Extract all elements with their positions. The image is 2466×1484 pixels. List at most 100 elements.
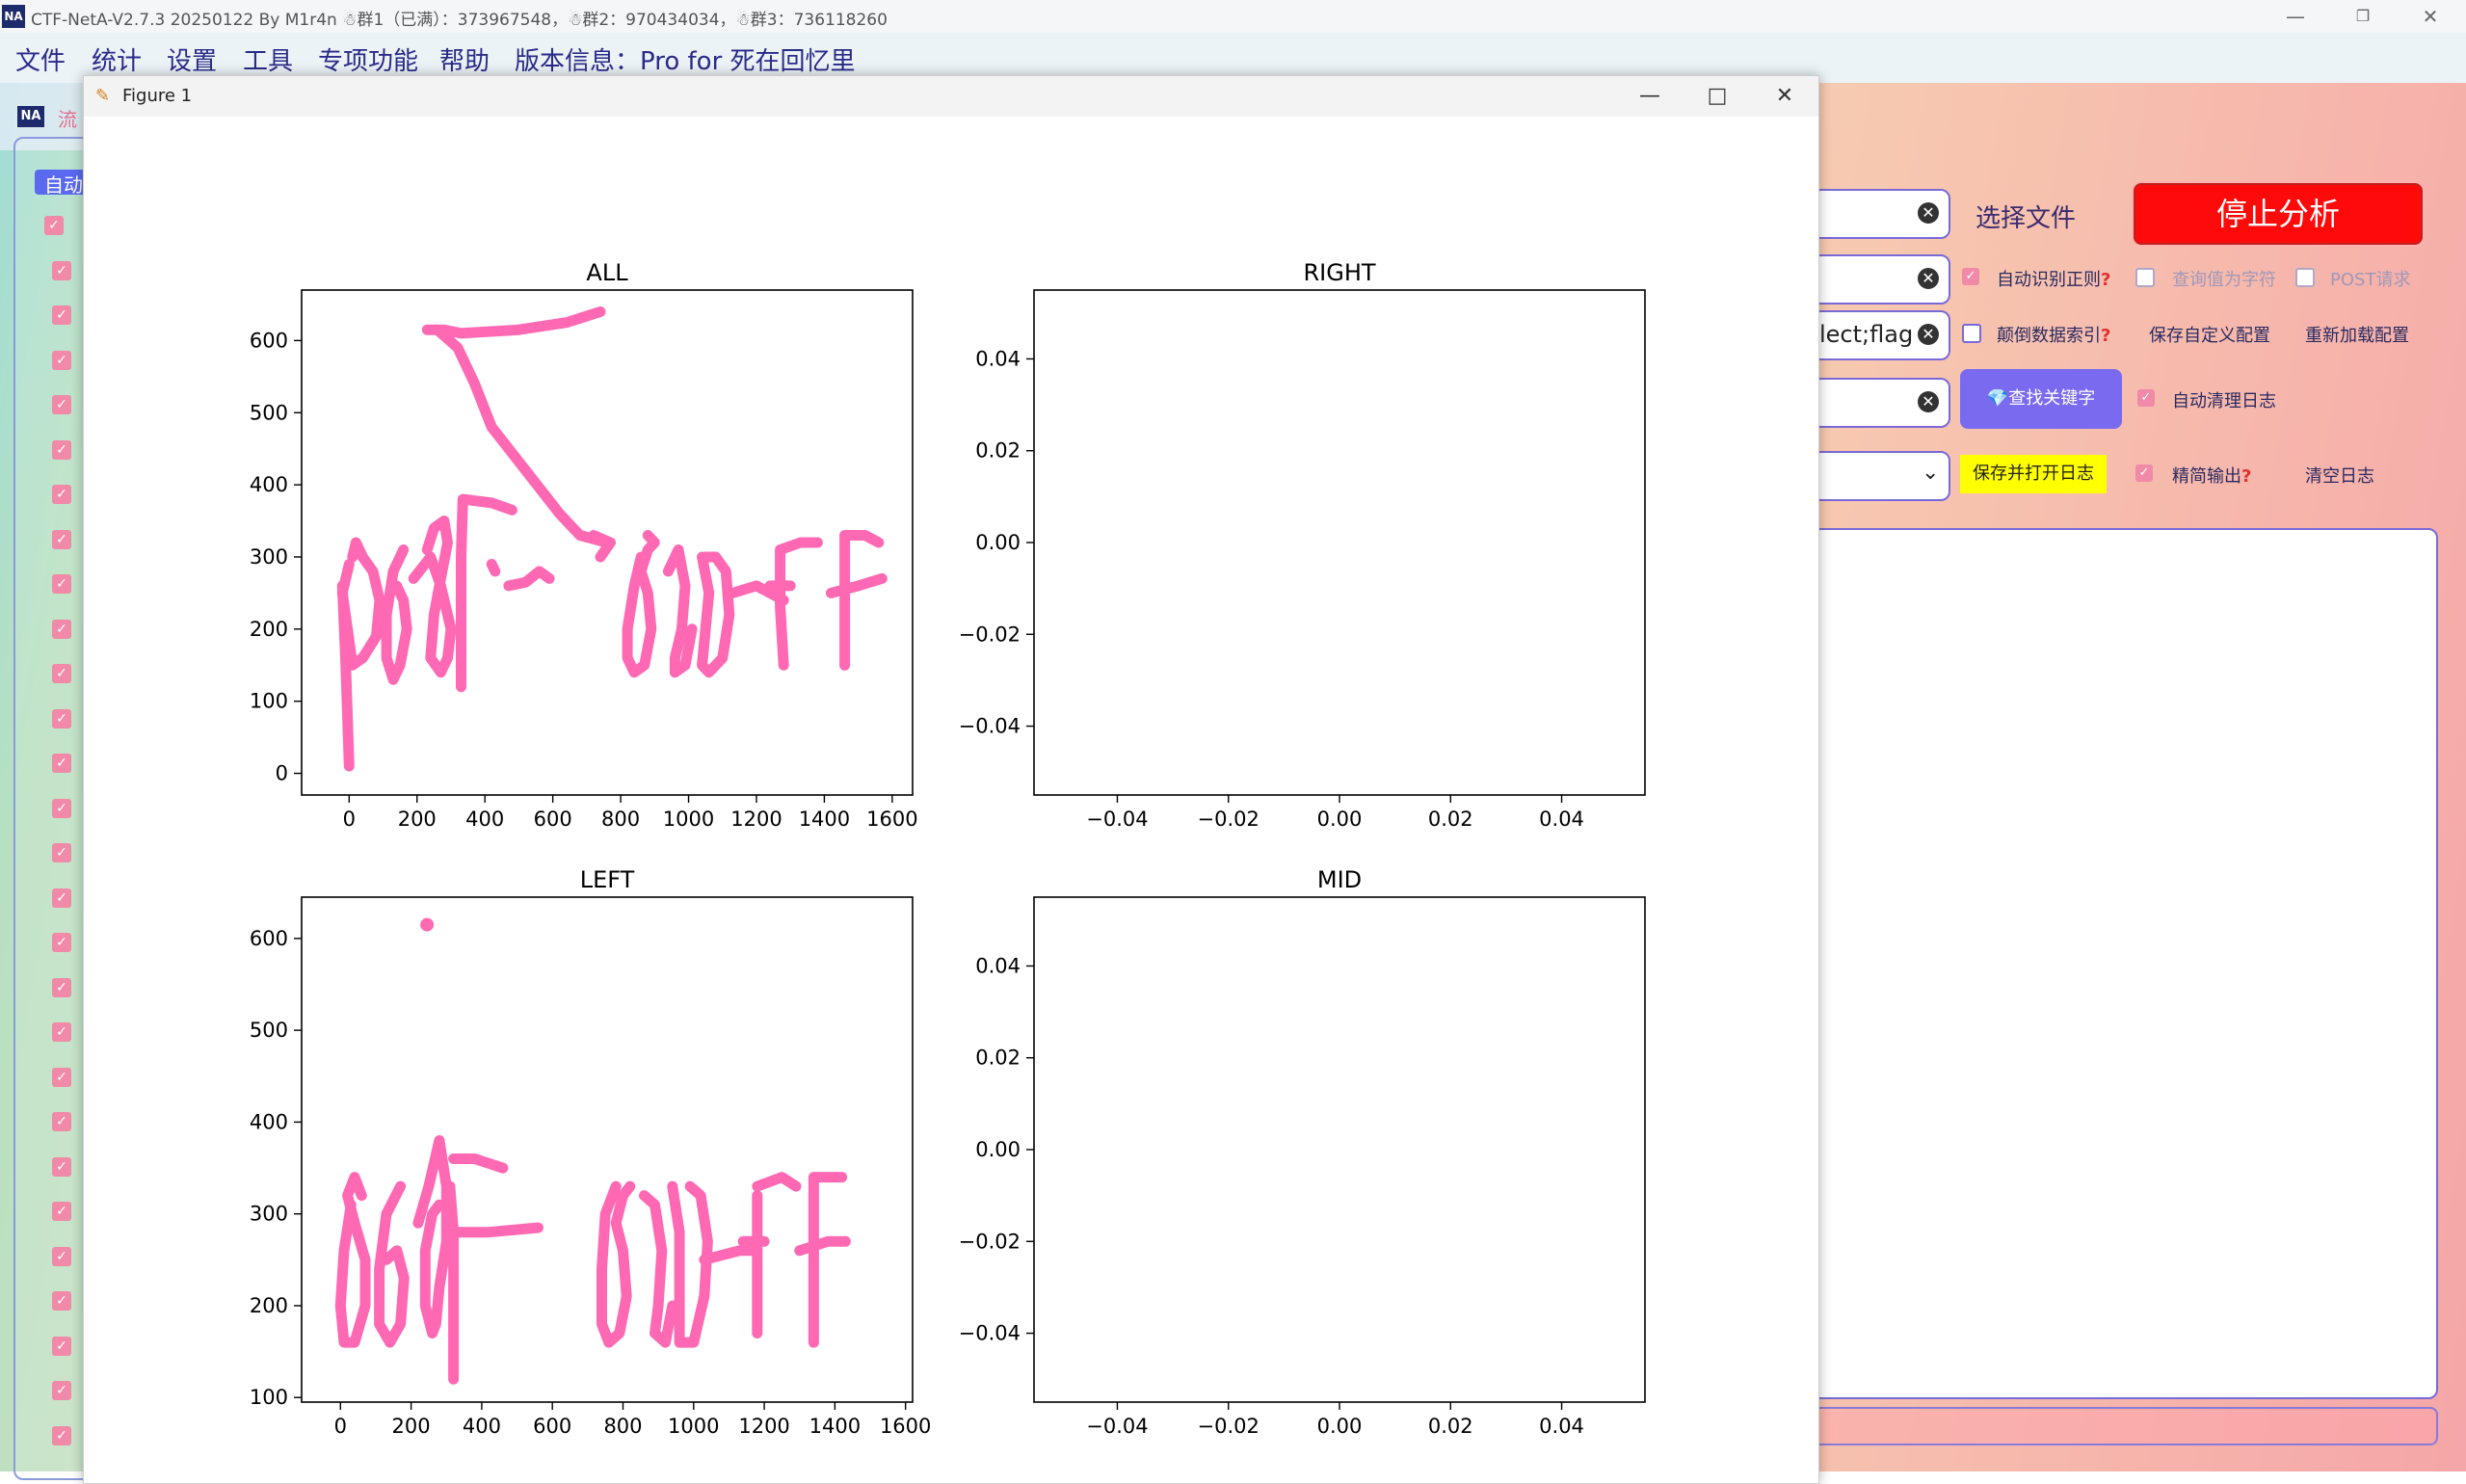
data-stroke-all — [456, 493, 517, 693]
left-option-checkbox[interactable]: ✓ — [52, 754, 71, 773]
left-option-checkbox[interactable]: ✓ — [52, 305, 71, 325]
left-option-checkbox[interactable]: ✓ — [52, 1337, 71, 1356]
auto-clear-log-label: 自动清理日志 — [2172, 391, 2276, 411]
left-option-checkbox[interactable]: ✓ — [52, 843, 71, 862]
menu-settings[interactable]: 设置 — [167, 41, 217, 77]
data-stroke-all — [503, 566, 555, 592]
left-option-checkbox[interactable]: ✓ — [52, 1157, 71, 1177]
auto-regex-checkbox[interactable]: ✓ — [1962, 268, 1979, 285]
y-tick-label-left: 200 — [250, 1294, 288, 1317]
query-char-label: 查询值为字符 — [2172, 270, 2276, 290]
restore-icon[interactable]: ❐ — [2336, 0, 2390, 33]
left-option-checkbox[interactable]: ✓ — [52, 1112, 71, 1131]
axes-frame-mid — [1033, 896, 1646, 1403]
left-option-checkbox[interactable]: ✓ — [52, 440, 71, 460]
app-logo-icon: NA — [2, 5, 25, 28]
save-config-button[interactable]: 保存自定义配置 — [2149, 322, 2270, 347]
mode-select[interactable]: ⌄ — [1812, 451, 1950, 501]
left-option-checkbox[interactable]: ✓ — [52, 620, 71, 639]
x-tick-label-left: 400 — [463, 1415, 501, 1438]
left-option-checkbox[interactable]: ✓ — [44, 216, 64, 235]
left-option-checkbox[interactable]: ✓ — [52, 664, 71, 683]
find-keyword-button[interactable]: 💎查找关键字 — [1960, 369, 2122, 429]
data-stroke-left — [451, 1222, 544, 1238]
clear-icon[interactable]: ✕ — [1918, 268, 1939, 289]
x-tick-label-left: 600 — [533, 1415, 571, 1438]
main-window-title: CTF-NetA-V2.7.3 20250122 By M1r4n ☃群1（已满… — [31, 11, 888, 30]
menu-stats[interactable]: 统计 — [92, 41, 142, 77]
gem-icon: 💎 — [1986, 388, 2009, 409]
post-request-checkbox[interactable] — [2295, 268, 2315, 287]
y-tick-label-all: 400 — [250, 473, 288, 496]
left-option-checkbox[interactable]: ✓ — [52, 395, 71, 414]
log-output-area[interactable] — [1812, 528, 2438, 1399]
data-stroke-left — [334, 1172, 371, 1348]
y-tick-label-right: 0.04 — [975, 347, 1021, 370]
y-tick-label-all: 600 — [250, 329, 288, 352]
query-char-checkbox[interactable] — [2135, 268, 2155, 287]
auto-clear-log-checkbox[interactable]: ✓ — [2137, 389, 2155, 407]
data-stroke-left — [752, 1172, 802, 1192]
left-option-checkbox[interactable]: ✓ — [52, 1426, 71, 1445]
plot-canvas: ALL0 200 400 600 800 1000 1200 1400 160001002003… — [250, 259, 1646, 1438]
regex-field[interactable]: ✕ — [1812, 254, 1950, 305]
menu-special[interactable]: 专项功能 — [318, 41, 418, 77]
left-option-checkbox[interactable]: ✓ — [52, 709, 71, 729]
clear-log-button[interactable]: 清空日志 — [2305, 463, 2374, 488]
y-tick-label-all: 200 — [250, 618, 288, 641]
file-path-field[interactable]: ✕ — [1812, 189, 1950, 239]
x-tick-label-all: 1000 — [663, 808, 714, 831]
status-bar — [1812, 1407, 2438, 1445]
left-option-checkbox[interactable]: ✓ — [52, 888, 71, 908]
stop-analysis-button[interactable]: 停止分析 — [2134, 183, 2423, 245]
y-tick-label-left: 600 — [250, 927, 288, 950]
left-option-checkbox[interactable]: ✓ — [52, 261, 71, 280]
menu-file[interactable]: 文件 — [15, 41, 66, 77]
plot-title-right: RIGHT — [1303, 259, 1375, 286]
concise-output-checkbox[interactable]: ✓ — [2135, 464, 2153, 482]
left-option-checkbox[interactable]: ✓ — [52, 1068, 71, 1087]
left-option-checkbox[interactable]: ✓ — [52, 351, 71, 370]
clear-icon[interactable]: ✕ — [1918, 391, 1939, 412]
reverse-index-checkbox[interactable] — [1962, 324, 1981, 343]
left-option-checkbox[interactable]: ✓ — [52, 799, 71, 818]
data-stroke-left — [374, 1180, 410, 1348]
save-open-log-button[interactable]: 保存并打开日志 — [1960, 455, 2107, 493]
close-icon[interactable]: ✕ — [2403, 0, 2457, 33]
left-option-checkbox[interactable]: ✓ — [52, 485, 71, 504]
menu-help[interactable]: 帮助 — [439, 41, 490, 77]
y-tick-label-all: 500 — [250, 401, 288, 424]
y-tick-label-right: 0.00 — [975, 531, 1021, 554]
menu-tools[interactable]: 工具 — [243, 41, 293, 77]
x-tick-label-left: 1400 — [809, 1415, 861, 1438]
data-stroke-all — [421, 306, 606, 339]
y-tick-label-left: 500 — [250, 1019, 288, 1042]
clear-icon[interactable]: ✕ — [1918, 324, 1939, 345]
left-option-checkbox[interactable]: ✓ — [52, 574, 71, 594]
x-tick-label-mid: 0.00 — [1317, 1415, 1363, 1438]
menu-version[interactable]: 版本信息：Pro for 死在回忆里 — [515, 41, 856, 77]
data-point-left — [420, 917, 435, 932]
left-option-checkbox[interactable]: ✓ — [52, 978, 71, 997]
data-stroke-all — [697, 551, 735, 678]
x-tick-label-all: 1600 — [866, 808, 917, 831]
x-tick-label-left: 1600 — [880, 1415, 931, 1438]
left-option-checkbox[interactable]: ✓ — [52, 1022, 71, 1042]
chevron-down-icon: ⌄ — [1922, 461, 1940, 485]
tab-flow[interactable]: 流 — [58, 104, 77, 132]
left-option-checkbox[interactable]: ✓ — [52, 530, 71, 549]
left-option-checkbox[interactable]: ✓ — [52, 933, 71, 952]
left-option-checkbox[interactable]: ✓ — [52, 1247, 71, 1266]
left-option-checkbox[interactable]: ✓ — [52, 1202, 71, 1221]
filter-field[interactable]: lect;flag ✕ — [1812, 310, 1950, 360]
keyword-field[interactable]: ✕ — [1812, 378, 1950, 428]
minimize-icon[interactable]: — — [2268, 0, 2322, 33]
x-tick-label-right: −0.02 — [1198, 808, 1260, 831]
data-stroke-left — [597, 1180, 636, 1348]
reload-config-button[interactable]: 重新加载配置 — [2305, 322, 2409, 347]
left-option-checkbox[interactable]: ✓ — [52, 1291, 71, 1311]
x-tick-label-right: 0.00 — [1317, 808, 1363, 831]
clear-icon[interactable]: ✕ — [1918, 202, 1939, 224]
left-option-checkbox[interactable]: ✓ — [52, 1381, 71, 1400]
select-file-button[interactable]: 选择文件 — [1975, 199, 2076, 234]
